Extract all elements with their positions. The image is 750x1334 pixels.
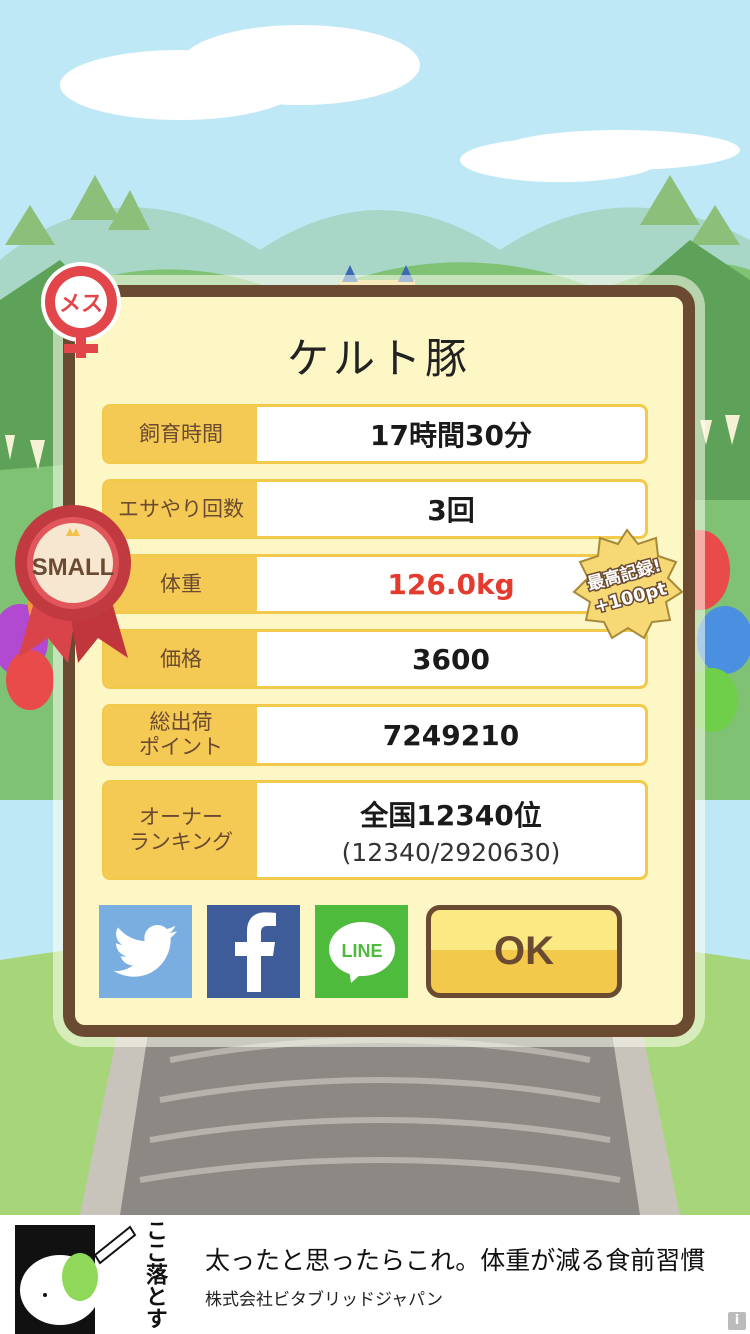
info-icon[interactable]: i (728, 1312, 746, 1330)
line-share-button[interactable]: LINE (315, 905, 408, 998)
twitter-bird-icon (113, 924, 177, 977)
row-label: 飼育時間 (105, 407, 257, 461)
ranking-detail: (12340/2920630) (341, 837, 561, 867)
pig-name-title: ケルト豚 (286, 334, 471, 383)
gender-badge: メス (36, 262, 126, 366)
ok-button[interactable]: OK (426, 905, 622, 998)
starburst-badge-icon: 最高記録! +100pt (572, 528, 684, 640)
row-total-points: 総出荷 ポイント 7249210 (102, 704, 648, 766)
facebook-f-icon (234, 911, 276, 992)
size-badge: SMALL (8, 498, 138, 672)
ad-banner[interactable]: ここ落とす 太ったと思ったらこれ。体重が減る食前習慣 株式会社ビタブリッドジャパ… (0, 1215, 750, 1334)
facebook-share-button[interactable] (207, 905, 300, 998)
row-feed-count: エサやり回数 3回 (102, 479, 648, 539)
ad-advertiser: 株式会社ビタブリッドジャパン (205, 1290, 443, 1310)
female-icon: メス (41, 262, 121, 358)
ad-title[interactable]: 太ったと思ったらこれ。体重が減る食前習慣 (205, 1241, 705, 1277)
row-weight: 体重 126.0kg (102, 554, 648, 614)
line-bubble-icon: LINE (328, 921, 395, 983)
line-label: LINE (341, 941, 382, 961)
row-value: 全国12340位 (12340/2920630) (257, 783, 645, 877)
row-label: オーナー ランキング (105, 783, 257, 877)
ad-image[interactable]: ここ落とす (0, 1215, 170, 1334)
row-price: 価格 3600 (102, 629, 648, 689)
ad-side-text: ここ落とす (142, 1219, 167, 1329)
twitter-share-button[interactable] (99, 905, 192, 998)
rosette-ribbon-icon: SMALL (15, 505, 131, 663)
size-label: SMALL (32, 554, 115, 581)
row-breeding-time: 飼育時間 17時間30分 (102, 404, 648, 464)
row-label: 総出荷 ポイント (105, 707, 257, 763)
record-badge: 最高記録! +100pt (570, 528, 685, 647)
row-owner-ranking: オーナー ランキング 全国12340位 (12340/2920630) (102, 780, 648, 880)
result-dialog: ケルト豚 飼育時間 17時間30分 エサやり回数 3回 体重 126.0kg 価… (63, 285, 695, 1037)
gender-label: メス (59, 292, 103, 317)
ranking-value: 全国12340位 (360, 798, 542, 832)
row-value: 7249210 (382, 718, 520, 752)
row-value: 17時間30分 (370, 419, 532, 452)
